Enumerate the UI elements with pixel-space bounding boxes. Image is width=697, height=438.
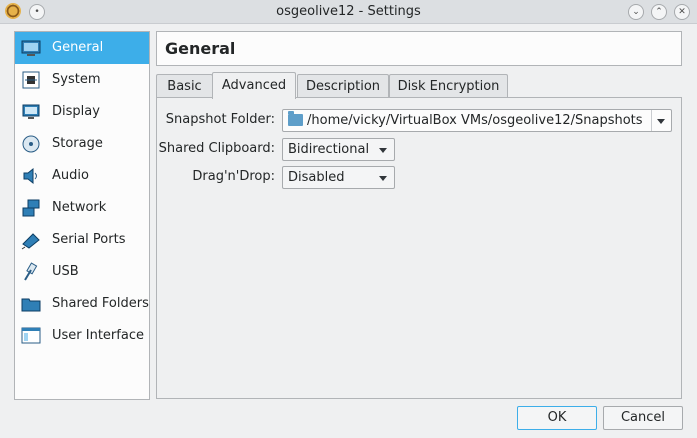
snapshot-folder-label: Snapshot Folder: — [165, 112, 275, 127]
shared-clipboard-label: Shared Clipboard: — [158, 141, 275, 156]
folder-icon — [288, 111, 303, 126]
general-icon — [21, 40, 41, 56]
storage-icon — [22, 135, 40, 153]
serial-ports-icon — [21, 233, 40, 250]
sidebar-item-label: Audio — [52, 168, 89, 183]
shared-clipboard-select[interactable]: Bidirectional — [282, 138, 395, 161]
chevron-down-icon — [379, 148, 387, 153]
sidebar-item-label: Network — [52, 200, 107, 215]
tab-advanced[interactable]: Advanced — [212, 72, 296, 99]
snapshot-folder-selector[interactable]: /home/vicky/VirtualBox VMs/osgeolive12/S… — [282, 109, 672, 132]
sidebar-item-label: Serial Ports — [52, 232, 126, 247]
sidebar-item-label: USB — [52, 264, 79, 279]
sidebar-item-serial-ports[interactable]: Serial Ports — [15, 224, 149, 256]
sidebar-item-label: Display — [52, 104, 100, 119]
sidebar-item-label: General — [52, 40, 104, 55]
sidebar-item-network[interactable]: Network — [15, 192, 149, 224]
dragndrop-select[interactable]: Disabled — [282, 166, 395, 189]
chevron-down-icon — [379, 176, 387, 181]
sidebar-item-label: System — [52, 72, 101, 87]
sidebar-item-label: User Interface — [52, 328, 144, 343]
tab-basic[interactable]: Basic — [156, 74, 213, 98]
display-icon — [22, 104, 40, 119]
sidebar-item-user-interface[interactable]: User Interface — [15, 320, 149, 352]
cancel-button[interactable]: Cancel — [603, 406, 683, 430]
system-icon — [22, 71, 40, 89]
chevron-down-icon[interactable] — [657, 119, 665, 124]
shared-clipboard-value: Bidirectional — [288, 142, 370, 157]
sidebar-item-general[interactable]: General — [15, 32, 149, 64]
page-header: General — [156, 31, 682, 66]
window-title: osgeolive12 - Settings — [276, 4, 421, 19]
sidebar-item-display[interactable]: Display — [15, 96, 149, 128]
sidebar-item-storage[interactable]: Storage — [15, 128, 149, 160]
title-bar: • osgeolive12 - Settings ⌄ ⌃ ✕ — [0, 0, 697, 24]
close-icon[interactable]: ✕ — [674, 4, 690, 20]
audio-icon — [23, 167, 37, 185]
sidebar-item-system[interactable]: System — [15, 64, 149, 96]
combo-divider — [651, 110, 652, 131]
usb-icon — [24, 262, 38, 281]
settings-sidebar: General System Display Storage Audio Net… — [14, 31, 150, 400]
advanced-tab-panel: Snapshot Folder: /home/vicky/VirtualBox … — [156, 97, 682, 399]
sidebar-item-label: Shared Folders — [52, 296, 149, 311]
shared-folders-icon — [21, 298, 41, 312]
sidebar-item-label: Storage — [52, 136, 103, 151]
tab-disk-encryption[interactable]: Disk Encryption — [389, 74, 508, 98]
dragndrop-value: Disabled — [288, 170, 345, 185]
sidebar-item-audio[interactable]: Audio — [15, 160, 149, 192]
sidebar-item-usb[interactable]: USB — [15, 256, 149, 288]
network-icon — [22, 199, 40, 217]
snapshot-folder-path: /home/vicky/VirtualBox VMs/osgeolive12/S… — [307, 113, 643, 128]
user-interface-icon — [21, 327, 41, 344]
tab-description[interactable]: Description — [297, 74, 389, 98]
dragndrop-label: Drag'n'Drop: — [192, 169, 275, 184]
sidebar-item-shared-folders[interactable]: Shared Folders — [15, 288, 149, 320]
minimize-icon[interactable]: ⌄ — [628, 4, 644, 20]
maximize-icon[interactable]: ⌃ — [651, 4, 667, 20]
page-title: General — [165, 39, 236, 58]
ok-button[interactable]: OK — [517, 406, 597, 430]
